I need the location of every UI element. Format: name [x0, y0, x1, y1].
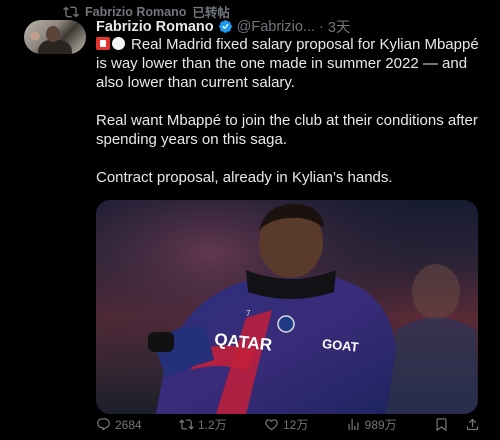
author-name[interactable]: Fabrizio Romano — [96, 19, 214, 35]
views-chart-icon — [348, 418, 359, 431]
tweet-paragraph: Real want Mbappé to join the club at the… — [96, 112, 478, 148]
retweet-button[interactable]: 1.2万 — [179, 416, 227, 433]
reply-icon — [97, 418, 110, 431]
author-handle[interactable]: @Fabrizio... — [237, 19, 315, 35]
tweet-paragraph: Contract proposal, already in Kylian’s h… — [96, 169, 393, 186]
like-count: 12万 — [282, 418, 309, 432]
like-button[interactable]: 12万 — [264, 416, 308, 433]
reply-button[interactable]: 2684 — [96, 417, 142, 432]
secondary-actions — [434, 417, 480, 432]
bookmark-icon[interactable] — [434, 417, 449, 432]
tweet-media-photo[interactable]: QATAR GOAT 7 — [96, 200, 478, 414]
retweet-count: 1.2万 — [198, 418, 227, 432]
share-icon[interactable] — [465, 417, 480, 432]
author-avatar[interactable] — [24, 20, 86, 54]
tweet-paragraph: Real Madrid fixed salary proposal for Ky… — [96, 35, 481, 92]
repost-icon — [63, 6, 79, 17]
player-illustration: QATAR GOAT 7 — [96, 200, 478, 414]
separator-dot: · — [319, 18, 324, 35]
views-count: 989万 — [364, 418, 397, 432]
tweet-actions-bar: 2684 1.2万 12万 989万 — [96, 416, 480, 433]
flag-emoji-icon — [96, 37, 110, 50]
tweet-header: Fabrizio Romano @Fabrizio... · 3天 — [96, 16, 486, 37]
white-circle-emoji-icon — [112, 37, 125, 50]
views-button[interactable]: 989万 — [346, 416, 397, 433]
paragraph-text: Real Madrid fixed salary proposal for Ky… — [96, 36, 479, 91]
retweet-icon — [179, 419, 194, 430]
reply-count: 2684 — [115, 417, 142, 432]
heart-icon — [265, 419, 278, 431]
verified-badge-icon — [218, 20, 232, 33]
tweet-text: Real Madrid fixed salary proposal for Ky… — [96, 35, 481, 206]
tweet-timestamp[interactable]: 3天 — [328, 16, 351, 37]
jersey-number-text: 7 — [246, 309, 251, 318]
